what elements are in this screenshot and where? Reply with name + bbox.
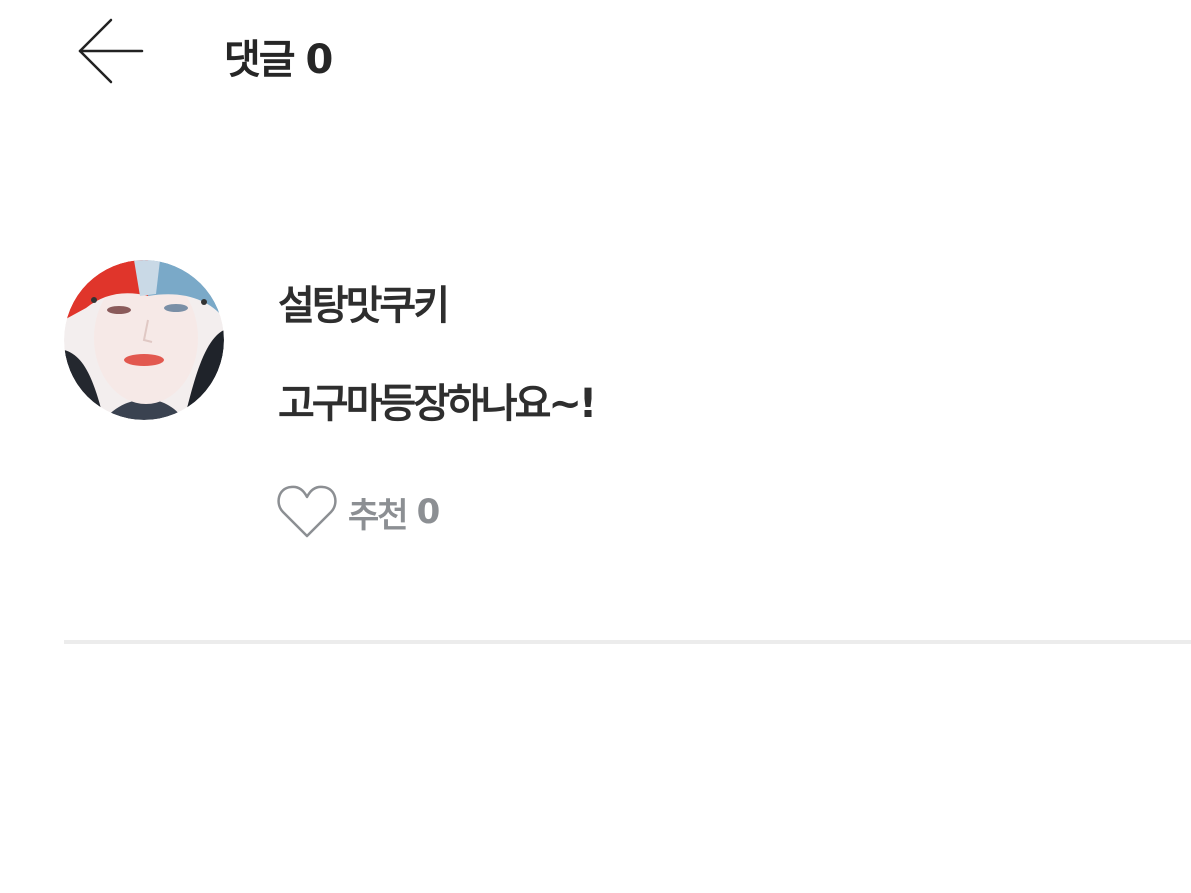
header-bar: 댓글 0 — [0, 0, 1191, 120]
like-count: 0 — [416, 492, 441, 532]
avatar[interactable] — [64, 260, 224, 420]
divider — [64, 640, 1191, 644]
comment-author[interactable]: 설탕맛쿠키 — [278, 280, 450, 332]
like-label: 추천 — [348, 495, 409, 536]
arrow-left-icon — [78, 18, 144, 84]
page-title: 댓글 0 — [224, 37, 333, 83]
comment-item: 설탕맛쿠키 고구마등장하나요~! 추천 0 — [0, 250, 1191, 550]
profile-photo — [64, 260, 224, 420]
comment-text: 고구마등장하나요~! — [278, 381, 597, 427]
heart-outline-icon — [277, 485, 337, 538]
back-button[interactable] — [74, 14, 150, 88]
like-button[interactable]: 추천 0 — [276, 482, 440, 542]
